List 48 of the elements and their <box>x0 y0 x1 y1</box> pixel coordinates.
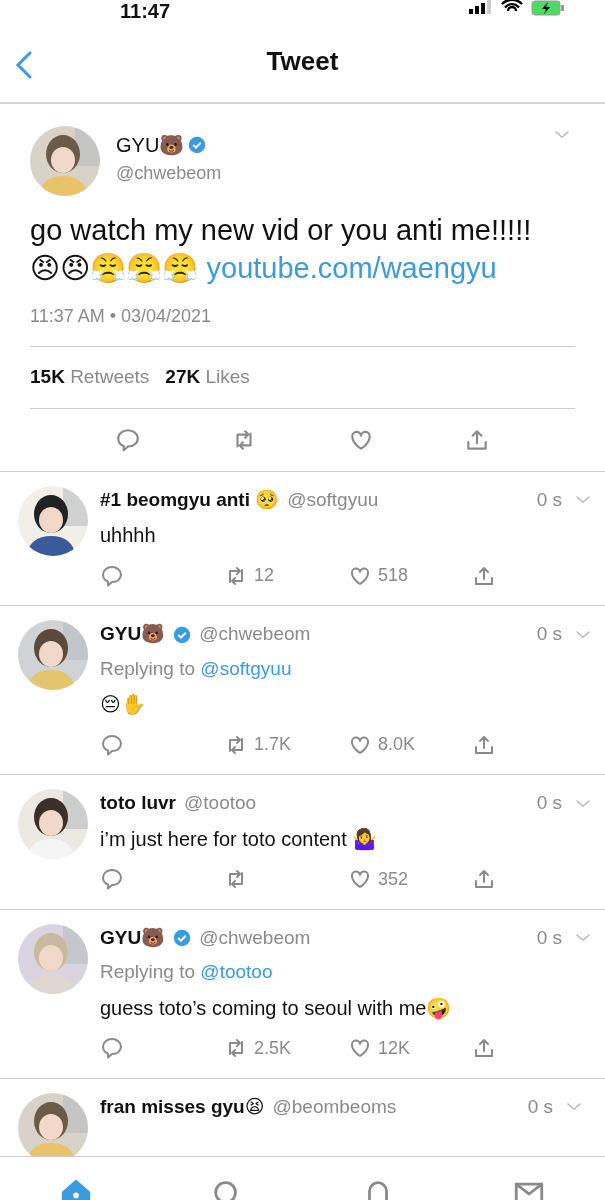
reply-text: i’m just here for toto content 🤷‍♀ <box>100 826 379 852</box>
user-handle: @chwebeom <box>199 925 312 950</box>
time-ago: 0 s <box>536 622 562 647</box>
reply-icon[interactable] <box>100 1036 124 1061</box>
mention-link[interactable]: @softgyuu <box>200 657 292 679</box>
time-ago: 0 s <box>536 925 562 950</box>
back-button[interactable] <box>14 50 34 80</box>
user-name: GYU🐻 <box>100 622 166 647</box>
user-name: #1 beomgyu anti 🥺 <box>100 487 280 512</box>
retweet-count[interactable]: 15K Retweets <box>30 363 150 392</box>
reply-text: 😔✋ <box>100 692 147 718</box>
user-handle: @chwebeom <box>199 622 312 647</box>
user-handle: @softgyuu <box>287 487 380 512</box>
count: 518 <box>378 564 409 588</box>
page-title: Tweet <box>266 46 339 78</box>
reply-text: guess toto’s coming to seoul with me🤪 <box>100 995 453 1022</box>
count: 8.0K <box>378 733 416 757</box>
count: 12K <box>378 1036 411 1060</box>
like-count[interactable]: 27K Likes <box>165 363 250 392</box>
replying-to-text: Replying to @softgyuu <box>100 656 293 681</box>
user-handle: @tootoo <box>184 791 258 816</box>
time-ago: 0 s <box>536 487 562 512</box>
time-ago: 0 s <box>527 1094 553 1119</box>
reply-icon[interactable] <box>100 563 124 588</box>
user-name: GYU🐻 <box>100 925 166 950</box>
signal-icon <box>469 0 493 14</box>
tweet-text: go watch my new vid or you anti me!!!!! 😠😠😤😤😤 youtube.com/waengyu <box>30 213 533 286</box>
count: 1.7K <box>254 733 292 757</box>
reply-icon[interactable] <box>100 867 124 892</box>
count: 2.5K <box>254 1036 292 1060</box>
count: 352 <box>378 867 409 891</box>
replying-to-text: Replying to @tootoo <box>100 960 274 985</box>
battery-charging-icon <box>531 0 565 16</box>
user-name: GYU🐻 <box>116 133 185 158</box>
user-handle: @chwebeom <box>116 162 223 185</box>
reply-text: uhhhh <box>100 523 157 549</box>
wifi-icon <box>501 0 523 14</box>
reply-icon[interactable] <box>100 732 124 757</box>
link[interactable]: youtube.com/waengyu <box>206 251 497 284</box>
user-name: fran misses gyu😫 <box>100 1094 265 1119</box>
time-ago: 0 s <box>536 791 562 816</box>
timestamp: 11:37 AM • 03/04/2021 <box>30 305 213 329</box>
reply-icon[interactable] <box>115 426 142 453</box>
status-time: 11:47 <box>120 1 171 21</box>
user-name: toto luvr <box>100 791 176 816</box>
count: 12 <box>254 564 275 588</box>
user-handle: @beombeoms <box>272 1094 398 1119</box>
mention-link[interactable]: @tootoo <box>200 961 273 983</box>
